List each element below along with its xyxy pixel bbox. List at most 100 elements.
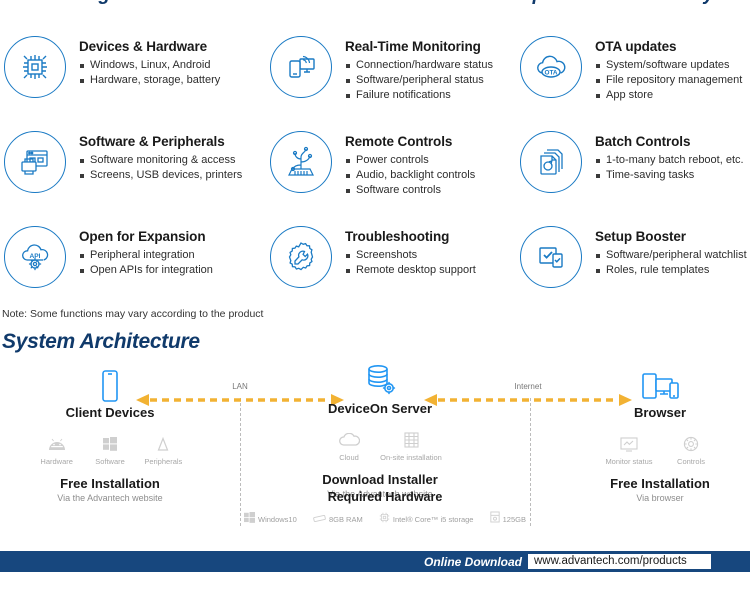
feature-text: Real-Time Monitoring Connection/hardware… [345,28,493,103]
feature-list-item: Connection/hardware status [345,58,493,73]
install-title: Free Installation [610,476,710,491]
required-hardware-label: Windows10 [258,514,297,524]
windows-icon [244,510,255,528]
column-heading-operational-efficiency: Operational Efficiency [500,0,750,8]
footer-bar: Online Download www.advantech.com/produc… [0,551,750,572]
footer-url[interactable]: www.advantech.com/products [528,554,711,569]
svg-text:OTA: OTA [544,70,557,77]
feature-list-item: Screenshots [345,248,476,263]
install-title: Free Installation [60,476,160,491]
feature-card-real-time-monitoring: Real-Time Monitoring Connection/hardware… [250,28,500,123]
install-title: Download Installer [322,472,438,487]
realtime-monitor-icon [270,36,332,98]
subicon-monitor-status: Monitor status [598,434,660,466]
feature-list: Screenshots Remote desktop support [345,248,476,278]
ota-cloud-icon: OTA [520,36,582,98]
required-hardware-item: 8GB RAM [313,510,363,528]
feature-card-devices-hardware: Devices & Hardware Windows, Linux, Andro… [0,28,250,123]
subicon-label: Hardware [40,457,73,466]
feature-grid: Devices & Hardware Windows, Linux, Andro… [0,28,750,313]
feature-title: Setup Booster [595,229,686,244]
feature-card-ota-updates: OTA OTA updates System/software updates … [500,28,750,123]
feature-list: 1-to-many batch reboot, etc. Time-saving… [595,153,744,183]
subicon-label: Software [95,457,125,466]
onsite-server-icon [380,430,442,450]
feature-list-item: Windows, Linux, Android [79,58,220,73]
feature-list-item: Open APIs for integration [79,263,213,278]
subicon-label: Peripherals [144,457,183,466]
feature-list-item: Screens, USB devices, printers [79,168,242,183]
feature-list: Power controls Audio, backlight controls… [345,153,475,198]
monitor-status-icon [598,434,660,454]
feature-list: Connection/hardware status Software/peri… [345,58,493,103]
storage-icon [490,510,500,528]
required-hardware-label: Intel® Core™ i5 storage [392,514,474,524]
column-headings: Total Management Remote Access Operation… [0,0,750,8]
arch-node-deviceon-server: DeviceOn Server Cloud On-site installati… [300,362,460,499]
troubleshooting-gear-wrench-icon [270,226,332,288]
architecture-diagram: LAN Internet Client Devices Hardware Sof… [0,362,750,532]
cloud-icon [318,430,380,450]
controls-gear-icon [660,434,722,454]
feature-card-software-peripherals: Software & Peripherals Software monitori… [0,123,250,218]
remote-controls-icon [270,131,332,193]
feature-list-item: Audio, backlight controls [345,168,475,183]
required-hardware-title: Required Hardware [327,490,443,504]
feature-list-item: Failure notifications [345,88,493,103]
subicon-label: Controls [677,457,705,466]
subicon-label: On-site installation [380,453,442,462]
batch-controls-icon [520,131,582,193]
feature-list-item: Software/peripheral watchlist [595,248,747,263]
feature-list-item: Remote desktop support [345,263,476,278]
column-heading-total-management: Total Management [0,0,250,8]
multi-device-icon [580,366,740,402]
feature-list-item: Hardware, storage, battery [79,73,220,88]
feature-list-item: Time-saving tasks [595,168,744,183]
section-title-system-architecture: System Architecture [2,330,200,353]
feature-text: Batch Controls 1-to-many batch reboot, e… [595,123,744,183]
client-subicons: Hardware Software Peripherals [30,434,190,466]
subicon-label: Cloud [339,453,359,462]
feature-text: Troubleshooting Screenshots Remote deskt… [345,218,476,278]
feature-card-setup-booster: Setup Booster Software/peripheral watchl… [500,218,750,313]
feature-card-troubleshooting: Troubleshooting Screenshots Remote deskt… [250,218,500,313]
feature-list-item: Software/peripheral status [345,73,493,88]
tablet-icon [30,366,190,402]
feature-list: Windows, Linux, Android Hardware, storag… [79,58,220,88]
product-note: Note: Some functions may vary according … [2,308,264,320]
diagram-divider-right [530,398,531,526]
arch-node-label: Client Devices [65,405,155,420]
feature-list-item: Software monitoring & access [79,153,242,168]
feature-card-open-for-expansion: API Open for Expansion Peripheral integr… [0,218,250,313]
feature-list-item: File repository management [595,73,742,88]
peripheral-drop-icon [137,434,190,454]
feature-title: Real-Time Monitoring [345,39,481,54]
ram-icon [313,510,326,528]
chip-icon [4,36,66,98]
feature-card-batch-controls: Batch Controls 1-to-many batch reboot, e… [500,123,750,218]
feature-text: Remote Controls Power controls Audio, ba… [345,123,475,198]
feature-list-item: Power controls [345,153,475,168]
subicon-peripherals: Peripherals [137,434,190,466]
feature-text: Software & Peripherals Software monitori… [79,123,242,183]
install-subtitle: Via the Advantech website [57,493,163,503]
android-icon [30,434,83,454]
subicon-controls: Controls [660,434,722,466]
arch-node-client-devices: Client Devices Hardware Software Periphe… [30,366,190,503]
browser-subicons: Monitor status Controls [580,434,740,466]
browser-install-info: Free Installation Via browser [580,476,740,503]
feature-text: Devices & Hardware Windows, Linux, Andro… [79,28,220,88]
feature-list: Software monitoring & access Screens, US… [79,153,242,183]
setup-booster-icon [520,226,582,288]
subicon-software: Software [83,434,136,466]
server-subicons: Cloud On-site installation [300,430,460,462]
feature-list-item: 1-to-many batch reboot, etc. [595,153,744,168]
feature-list-item: Software controls [345,183,475,198]
arch-node-label: Browser [633,405,687,420]
footer-label: Online Download [424,554,522,569]
feature-list-item: App store [595,88,742,103]
infographic-page: Total Management Remote Access Operation… [0,0,750,591]
api-cloud-icon: API [4,226,66,288]
subicon-cloud: Cloud [318,430,380,462]
subicon-label: Monitor status [605,457,653,466]
